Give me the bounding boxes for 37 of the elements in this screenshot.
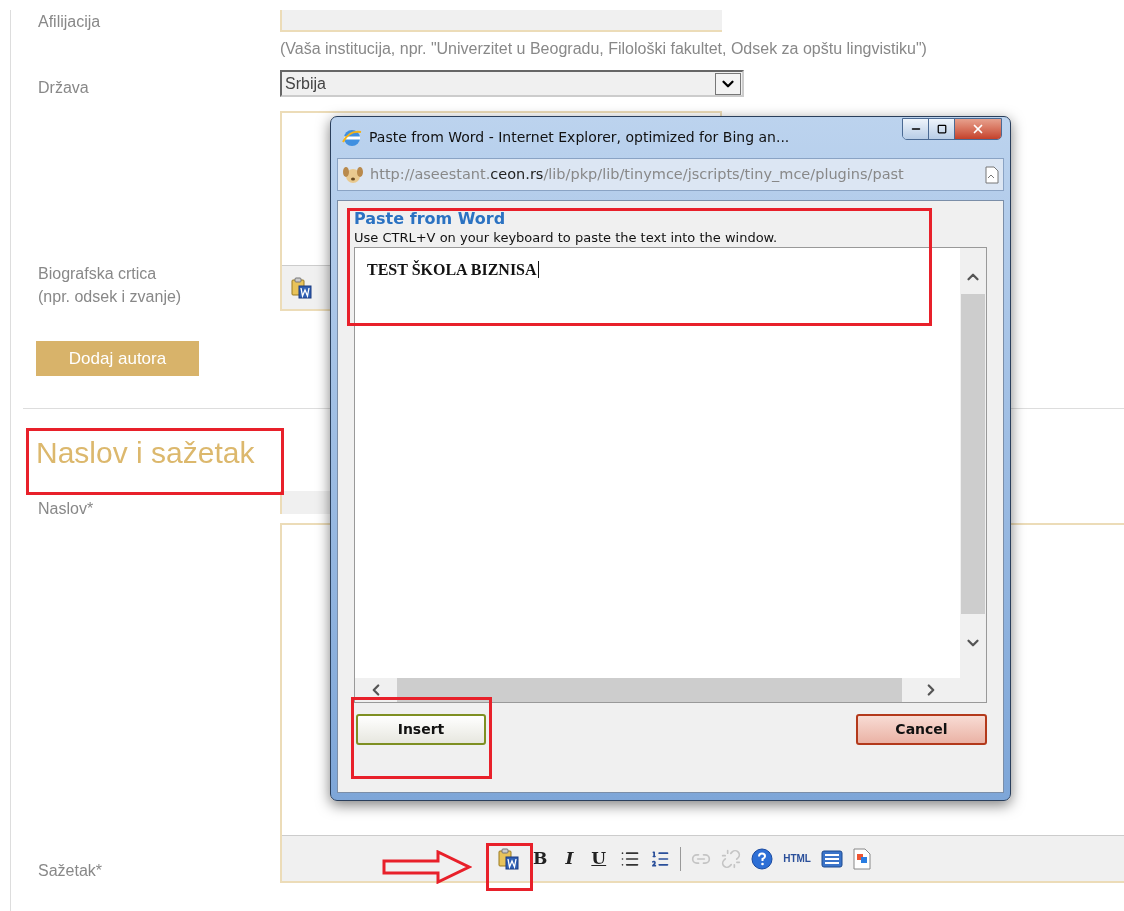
field-label: Naslov* [38, 500, 94, 517]
minimize-button[interactable] [903, 119, 929, 139]
close-icon [971, 122, 985, 136]
bold-button[interactable]: B [529, 845, 552, 872]
help-icon[interactable] [751, 847, 774, 870]
field-label: Biografska crtica [38, 264, 158, 284]
maximize-icon [936, 124, 947, 134]
window-title: Paste from Word - Internet Explorer, optimized for Bing an... [369, 128, 790, 147]
italic-button[interactable]: I [561, 845, 578, 872]
insert-button[interactable]: Insert [356, 714, 486, 745]
dog-icon [342, 165, 364, 184]
cancel-button[interactable]: Cancel [856, 714, 987, 745]
field-label: Država [38, 79, 89, 96]
field-label: Sažetak* [38, 862, 103, 879]
highlight-frame [486, 843, 533, 891]
dialog-heading: Paste from Word [354, 209, 507, 229]
page-icon [985, 165, 999, 184]
affiliation-field[interactable] [280, 10, 722, 32]
image-icon[interactable] [852, 847, 871, 870]
paste-area[interactable]: TEST ŠKOLA BIZNISA [354, 247, 987, 703]
paste-word-icon[interactable] [497, 847, 519, 870]
html-button[interactable]: HTML [783, 851, 811, 866]
url-text: http://aseestant.ceon.rs/lib/pkp/lib/tinymce/jscripts/tiny_mce/plugins/past [370, 164, 905, 184]
vertical-scrollbar[interactable] [960, 248, 986, 702]
paste-word-icon[interactable] [290, 276, 312, 299]
dialog-instructions: Use CTRL+V on your keyboard to paste the text into the window. [354, 229, 779, 246]
panel-icon[interactable] [820, 848, 843, 869]
underline-button[interactable]: U [587, 845, 611, 872]
field-sublabel: (npr. odsek i zvanje) [38, 287, 183, 307]
horizontal-scrollbar[interactable] [355, 678, 960, 702]
maximize-button[interactable] [929, 119, 955, 139]
address-bar[interactable]: http://aseestant.ceon.rs/lib/pkp/lib/tinymce/jscripts/tiny_mce/plugins/past [337, 158, 1004, 191]
section-heading: Naslov i sažetak [36, 435, 255, 471]
country-select[interactable]: Srbija [280, 70, 744, 97]
pasted-text: TEST ŠKOLA BIZNISA [367, 261, 539, 278]
field-label: Afilijacija [38, 13, 101, 30]
field-hint: (Vaša institucija, npr. "Univerzitet u Beogradu, Filološki fakultet, Odsek za opštu lingvistiku") [280, 39, 927, 59]
